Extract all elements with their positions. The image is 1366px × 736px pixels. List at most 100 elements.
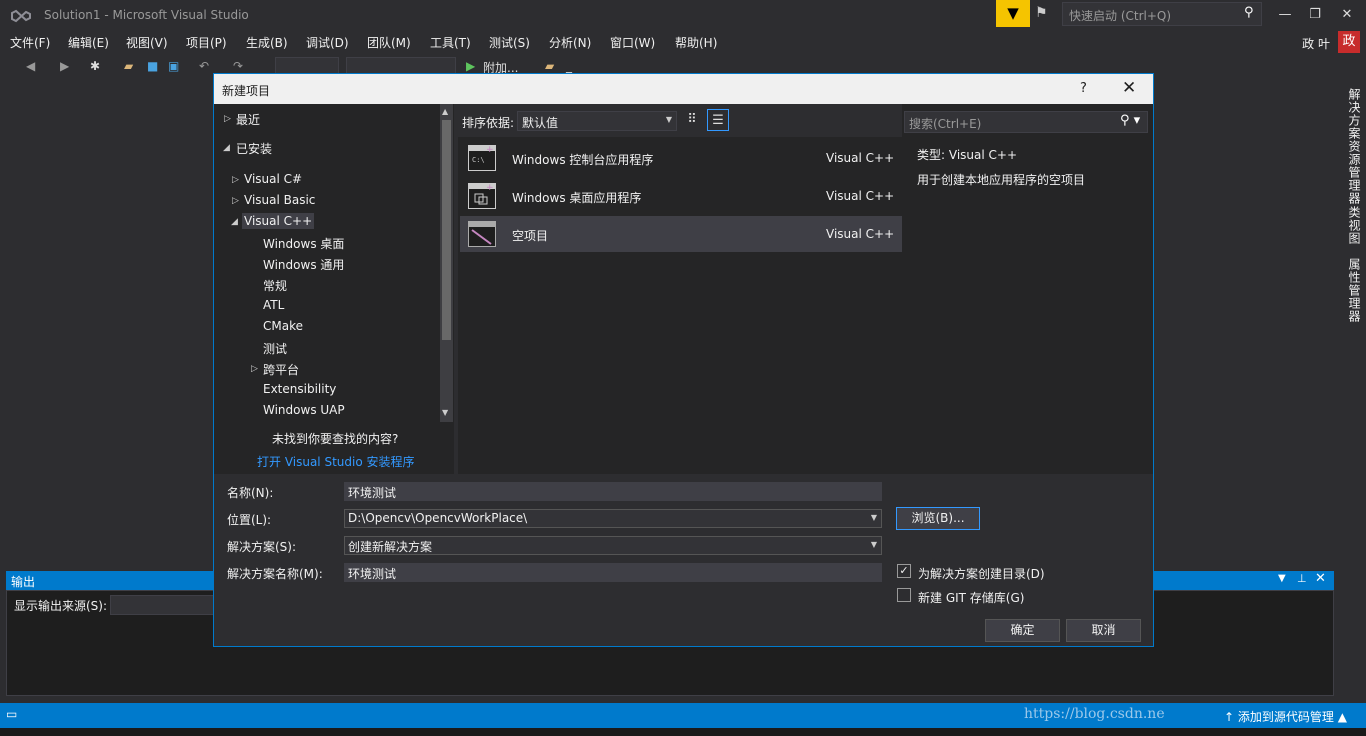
taskbar [0, 728, 1366, 736]
chevron-down-icon: ▼ [870, 513, 877, 522]
filter-icon[interactable]: ▼ [996, 0, 1030, 27]
side-tab-class-view[interactable]: 类视图 [1341, 206, 1363, 245]
ok-button[interactable]: 确定 [985, 619, 1060, 642]
new-project-dialog: 新建项目 ? ✕ ▷ 最近 ◢ 已安装 ▷ Visual C# ▷ Visual… [213, 73, 1154, 647]
window-title: Solution1 - Microsoft Visual Studio [44, 8, 249, 22]
search-icon[interactable]: ⚲ [1244, 5, 1254, 20]
template-item[interactable]: + Windows 桌面应用程序 Visual C++ [460, 178, 902, 214]
title-bar: Solution1 - Microsoft Visual Studio ▼ ⚑ … [0, 0, 1366, 31]
undo-icon[interactable]: ↶ [199, 59, 209, 73]
status-window-icon[interactable]: ▭ [6, 707, 17, 721]
solution-name-field[interactable]: 环境测试 [344, 563, 882, 582]
tree-item-windows-desktop[interactable]: Windows 桌面 [263, 235, 344, 252]
tree-item-cmake[interactable]: CMake [263, 319, 303, 333]
menu-help[interactable]: 帮助(H) [675, 34, 717, 51]
menu-test[interactable]: 测试(S) [489, 34, 530, 51]
user-name[interactable]: 政 叶 [1302, 35, 1330, 52]
new-git-repo-checkbox[interactable] [897, 588, 911, 602]
menu-tools[interactable]: 工具(T) [430, 34, 471, 51]
template-name: Windows 桌面应用程序 [512, 191, 642, 205]
open-folder-icon[interactable]: ▰ [124, 59, 133, 73]
expand-icon[interactable]: ▷ [251, 364, 258, 374]
list-view-icon[interactable]: ☰ [707, 109, 729, 131]
location-combo[interactable]: D:\Opencv\OpencvWorkPlace\ ▼ [344, 509, 882, 528]
start-icon[interactable]: ▶ [466, 59, 475, 73]
side-tab-solution-explorer[interactable]: 解决方案资源管理器 [1341, 88, 1363, 205]
create-directory-checkbox[interactable]: ✓ [897, 564, 911, 578]
template-item[interactable]: 空项目 Visual C++ [460, 216, 902, 252]
tree-item-vb[interactable]: Visual Basic [244, 193, 315, 207]
close-window-button[interactable]: ✕ [1333, 4, 1361, 26]
tree-item-recent[interactable]: 最近 [236, 111, 260, 128]
notification-icon[interactable]: ⚑ [1035, 5, 1048, 21]
tree-item-windows-universal[interactable]: Windows 通用 [263, 256, 344, 273]
quick-launch-input[interactable]: 快速启动 (Ctrl+Q) [1062, 2, 1262, 26]
avatar[interactable]: 政 [1338, 31, 1360, 53]
forward-icon[interactable]: ▶ [60, 59, 69, 73]
tree-item-csharp[interactable]: Visual C# [244, 172, 302, 186]
new-project-icon[interactable]: ✱ [90, 59, 100, 73]
location-label: 位置(L): [227, 513, 272, 527]
name-label: 名称(N): [227, 486, 274, 500]
redo-icon[interactable]: ↷ [233, 59, 243, 73]
menu-view[interactable]: 视图(V) [126, 34, 168, 51]
add-to-source-control[interactable]: ↑ 添加到源代码管理 ▲ [1224, 708, 1347, 725]
sort-combo[interactable]: 默认值 ▼ [517, 111, 677, 131]
open-installer-link[interactable]: 打开 Visual Studio 安装程序 [257, 453, 415, 470]
solution-combo[interactable]: 创建新解决方案 ▼ [344, 536, 882, 555]
tree-item-extensibility[interactable]: Extensibility [263, 382, 336, 396]
tree-scroll-thumb[interactable] [442, 120, 451, 340]
back-icon[interactable]: ◀ [26, 59, 35, 73]
menu-debug[interactable]: 调试(D) [306, 34, 349, 51]
minimize-button[interactable]: — [1271, 4, 1299, 26]
tree-item-windows-uap[interactable]: Windows UAP [263, 403, 345, 417]
menu-file[interactable]: 文件(F) [10, 34, 50, 51]
menu-window[interactable]: 窗口(W) [610, 34, 655, 51]
maximize-button[interactable]: ❐ [1301, 4, 1329, 26]
tree-item-installed[interactable]: 已安装 [236, 140, 272, 157]
location-value: D:\Opencv\OpencvWorkPlace\ [348, 511, 528, 525]
grid-view-icon[interactable]: ⠿ [681, 109, 703, 131]
dialog-title: 新建项目 [222, 84, 271, 98]
menu-project[interactable]: 项目(P) [186, 34, 227, 51]
not-found-text: 未找到你要查找的内容? [272, 432, 399, 446]
sort-label: 排序依据: [462, 116, 515, 130]
create-directory-label: 为解决方案创建目录(D) [918, 567, 1045, 581]
menu-build[interactable]: 生成(B) [246, 34, 288, 51]
tree-item-general[interactable]: 常规 [263, 277, 287, 294]
output-source-combo[interactable] [110, 595, 214, 615]
collapse-icon[interactable]: ◢ [231, 217, 238, 227]
expand-icon[interactable]: ▷ [232, 175, 239, 185]
scroll-down-icon[interactable]: ▼ [442, 408, 448, 417]
browse-button[interactable]: 浏览(B)... [896, 507, 980, 530]
name-field[interactable]: 环境测试 [344, 482, 882, 501]
side-tab-property-manager[interactable]: 属性管理器 [1341, 258, 1363, 323]
template-item[interactable]: C:\ + Windows 控制台应用程序 Visual C++ [460, 140, 902, 176]
type-line: 类型: Visual C++ [917, 146, 1017, 163]
template-search-input[interactable]: 搜索(Ctrl+E) [904, 111, 1148, 133]
save-icon[interactable]: ■ [147, 59, 158, 73]
collapse-icon[interactable]: ◢ [223, 143, 230, 153]
help-button[interactable]: ? [1080, 81, 1087, 96]
solution-label: 解决方案(S): [227, 540, 297, 554]
pin-icon[interactable]: ⊥ [1297, 572, 1307, 585]
tree-item-cpp[interactable]: Visual C++ [242, 213, 315, 229]
menu-edit[interactable]: 编辑(E) [68, 34, 109, 51]
toolbar-extra-icon[interactable]: ▰ [545, 59, 554, 73]
search-icon[interactable]: ⚲ ▾ [1120, 113, 1140, 128]
tree-item-cross-platform[interactable]: 跨平台 [263, 361, 299, 378]
dialog-close-button[interactable]: ✕ [1122, 78, 1136, 98]
dropdown-icon[interactable]: ▼ [1278, 573, 1286, 584]
menu-analyze[interactable]: 分析(N) [549, 34, 591, 51]
menu-team[interactable]: 团队(M) [367, 34, 411, 51]
close-icon[interactable]: ✕ [1315, 571, 1326, 586]
cancel-button[interactable]: 取消 [1066, 619, 1141, 642]
save-all-icon[interactable]: ▣ [168, 59, 179, 73]
expand-icon[interactable]: ▷ [232, 196, 239, 206]
tree-item-test[interactable]: 测试 [263, 340, 287, 357]
expand-icon[interactable]: ▷ [224, 114, 231, 124]
tree-item-atl[interactable]: ATL [263, 298, 284, 312]
add-to-source-control-label: 添加到源代码管理 [1237, 710, 1334, 724]
scroll-up-icon[interactable]: ▲ [442, 107, 448, 116]
type-value: Visual C++ [948, 148, 1018, 162]
